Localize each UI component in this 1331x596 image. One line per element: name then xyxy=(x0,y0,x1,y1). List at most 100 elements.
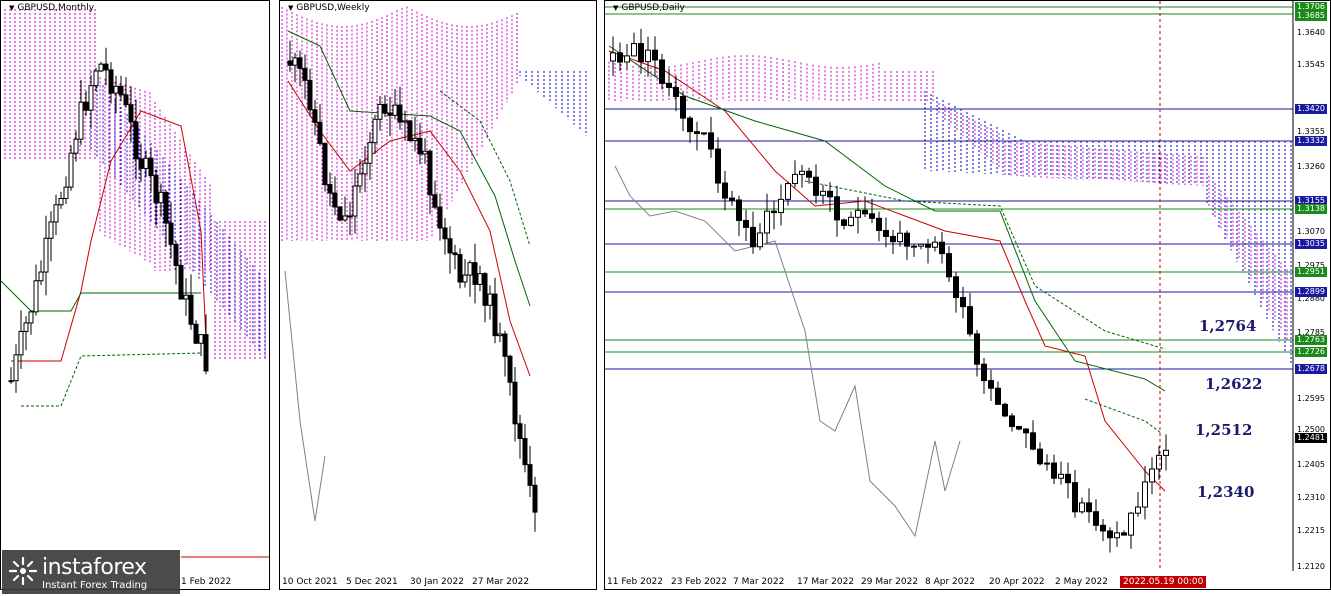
monthly-candle xyxy=(23,322,29,332)
weekly-candle xyxy=(477,273,483,285)
weekly-candle xyxy=(462,274,468,283)
daily-candle xyxy=(1072,482,1078,513)
weekly-candle xyxy=(417,137,423,155)
daily-candle xyxy=(960,297,966,308)
price-level-tag: 1.2726 xyxy=(1295,347,1327,357)
weekly-candle xyxy=(362,162,368,175)
daily-x-label: 23 Feb 2022 xyxy=(671,577,728,587)
daily-candle xyxy=(673,86,679,97)
weekly-chart-title: ▼ GBPUSD,Weekly xyxy=(288,3,370,13)
daily-candle xyxy=(862,209,868,215)
daily-candle xyxy=(638,43,644,63)
daily-chart-canvas xyxy=(605,1,1294,571)
daily-candle xyxy=(918,243,924,247)
daily-chart-panel[interactable]: ▼GBPUSD,Daily 1.36401.35451.34501.33551.… xyxy=(604,0,1331,590)
daily-candle xyxy=(1058,473,1064,479)
daily-span-line xyxy=(804,180,1166,350)
daily-candle xyxy=(848,216,854,226)
logo-mark-icon xyxy=(8,556,38,586)
price-level-tag: 1.2951 xyxy=(1295,267,1327,277)
monthly-candle xyxy=(113,85,119,94)
weekly-x-label: 10 Oct 2021 xyxy=(282,577,338,587)
monthly-candle xyxy=(98,63,104,72)
daily-candle xyxy=(624,55,630,63)
daily-chikou-line xyxy=(614,165,961,538)
daily-candle xyxy=(932,241,938,248)
daily-candle xyxy=(827,190,833,198)
price-scale-label: 1.2405 xyxy=(1297,460,1325,469)
weekly-candle xyxy=(442,227,448,240)
daily-candle xyxy=(981,363,987,382)
daily-candle xyxy=(764,210,770,234)
daily-candle xyxy=(841,219,847,226)
weekly-candle xyxy=(337,206,343,221)
daily-x-label: 29 Mar 2022 xyxy=(861,577,919,587)
weekly-candle xyxy=(397,104,403,123)
weekly-candle xyxy=(307,79,313,111)
weekly-x-label: 5 Dec 2021 xyxy=(346,577,398,587)
price-scale-label: 1.2120 xyxy=(1297,562,1325,571)
daily-candle xyxy=(645,49,651,63)
price-level-tag: 1.2763 xyxy=(1295,335,1327,345)
daily-candle xyxy=(988,380,994,389)
daily-candle xyxy=(736,199,742,221)
daily-candle xyxy=(876,217,882,231)
daily-candle xyxy=(911,245,917,248)
daily-chart-title: ▼ GBPUSD,Daily xyxy=(613,3,685,13)
logo-name: instaforex xyxy=(42,555,147,580)
price-level-tag: 1.2678 xyxy=(1295,364,1327,374)
weekly-chart-panel[interactable]: ▼ GBPUSD,Weekly 10 Oct 2021 5 Dec 2021 30… xyxy=(279,0,597,590)
daily-span-line xyxy=(1084,398,1162,434)
daily-candle xyxy=(897,232,903,243)
daily-candle xyxy=(757,232,763,248)
weekly-candle xyxy=(377,103,383,120)
daily-candle xyxy=(1044,462,1050,465)
weekly-candle xyxy=(352,185,358,217)
daily-candle xyxy=(1016,425,1022,430)
daily-x-label: 2 May 2022 xyxy=(1055,577,1108,587)
daily-candle xyxy=(1037,448,1043,465)
daily-candle xyxy=(659,59,665,84)
monthly-candle xyxy=(8,380,14,383)
level-annotation: 1,2764 xyxy=(1199,317,1257,335)
weekly-candle xyxy=(342,215,348,221)
daily-candle xyxy=(610,52,616,62)
monthly-candle xyxy=(88,85,94,111)
daily-candle xyxy=(1086,502,1092,513)
price-scale-label: 1.2595 xyxy=(1297,394,1325,403)
monthly-chart-title: ▼ GBPUSD,Monthly xyxy=(9,3,95,13)
logo-tagline: Instant Forex Trading xyxy=(42,580,148,591)
weekly-candle xyxy=(517,423,523,440)
weekly-candle xyxy=(492,293,498,337)
monthly-candle xyxy=(108,69,114,94)
daily-candle xyxy=(1107,530,1113,539)
daily-candle xyxy=(1002,403,1008,417)
price-scale-label: 1.3355 xyxy=(1297,127,1325,136)
monthly-chart-panel[interactable]: ▼ GBPUSD,Monthly 1 Feb 2022 xyxy=(0,0,270,590)
daily-candle xyxy=(743,219,749,228)
daily-candle xyxy=(1093,511,1099,526)
price-scale-label: 1.2215 xyxy=(1297,526,1325,535)
current-date-badge: 2022.05.19 00:00 xyxy=(1120,576,1207,588)
monthly-candle xyxy=(178,264,184,300)
weekly-candle xyxy=(432,194,438,208)
daily-candle xyxy=(939,241,945,255)
price-level-tag: 1.3035 xyxy=(1295,239,1327,249)
weekly-candle xyxy=(327,184,333,194)
weekly-candle xyxy=(467,262,473,276)
daily-candle xyxy=(1135,506,1141,514)
daily-candle xyxy=(666,82,672,88)
price-level-tag: 1.2481 xyxy=(1295,433,1327,443)
daily-candle xyxy=(974,333,980,365)
monthly-candle xyxy=(188,294,194,325)
daily-candle xyxy=(1149,468,1155,483)
weekly-candle xyxy=(407,120,413,142)
daily-candle xyxy=(1142,481,1148,508)
daily-x-label: 8 Apr 2022 xyxy=(925,577,975,587)
price-level-tag: 1.3332 xyxy=(1295,136,1327,146)
daily-candle xyxy=(1156,454,1162,470)
daily-x-label: 11 Feb 2022 xyxy=(607,577,664,587)
daily-candle xyxy=(694,131,700,134)
weekly-candle xyxy=(452,252,458,256)
daily-tenkan-line xyxy=(608,50,1166,492)
